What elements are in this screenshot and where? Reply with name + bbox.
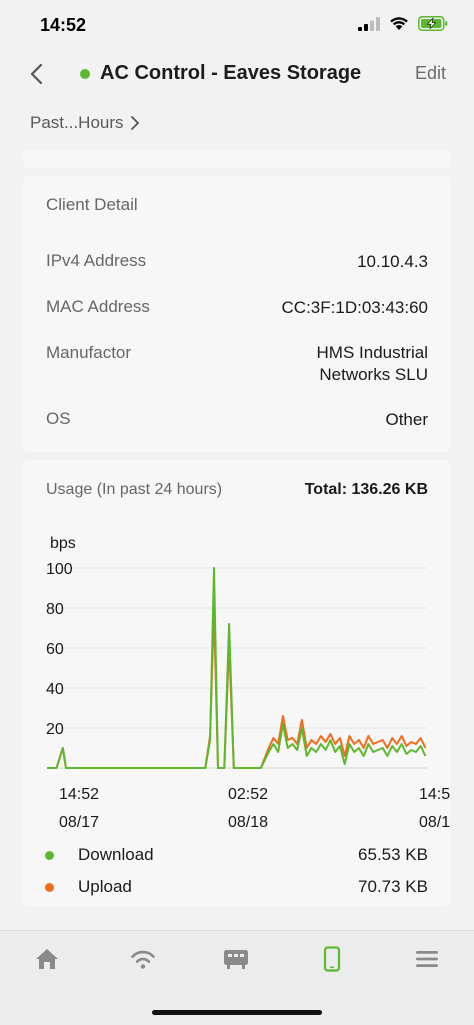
time-range-label: Past...Hours <box>30 113 124 132</box>
legend-item-upload: Upload 70.73 KB <box>23 875 451 901</box>
x-tick-date-0: 08/17 <box>59 814 99 831</box>
tab-clients[interactable] <box>312 939 352 979</box>
wifi-icon <box>390 17 408 30</box>
x-tick-time-2: 14:52 <box>419 786 451 803</box>
usage-chart: bps 20 40 60 80 100 14:52 08/17 02:52 08/18 14:52 0… <box>46 535 451 831</box>
status-icons <box>358 16 448 31</box>
client-detail-title: Client Detail <box>46 195 138 214</box>
x-tick-time-0: 14:52 <box>59 786 99 803</box>
chevron-right-icon <box>130 116 139 130</box>
manufacturer-value-line1: HMS Industrial <box>316 343 428 362</box>
chevron-left-icon <box>30 63 43 85</box>
manufacturer-value-line2: Networks SLU <box>319 365 428 384</box>
time-range-selector[interactable]: Past...Hours <box>30 113 140 133</box>
ipv4-label: IPv4 Address <box>46 251 147 270</box>
tab-home[interactable] <box>27 939 67 979</box>
y-tick-label-60: 60 <box>46 641 64 658</box>
signal-icon <box>358 16 380 31</box>
phone-icon <box>323 946 341 972</box>
y-tick-label-80: 80 <box>46 601 64 618</box>
mac-label: MAC Address <box>46 297 150 316</box>
back-button[interactable] <box>22 60 50 88</box>
nav-title-group: AC Control - Eaves Storage <box>80 62 361 85</box>
page-title: AC Control - Eaves Storage <box>100 62 362 84</box>
download-legend-value: 65.53 KB <box>358 845 428 864</box>
nav-header: AC Control - Eaves Storage Edit <box>0 50 474 98</box>
manufacturer-value: HMS Industrial Networks SLU <box>317 342 428 386</box>
x-tick-date-1: 08/18 <box>228 814 268 831</box>
menu-icon <box>416 951 438 967</box>
y-tick-label-100: 100 <box>46 561 73 578</box>
status-bar: 14:52 <box>0 0 474 50</box>
upload-legend-name: Upload <box>78 877 132 896</box>
home-indicator <box>152 1010 322 1015</box>
home-icon <box>36 949 58 969</box>
usage-title: Usage (In past 24 hours) <box>46 481 223 498</box>
y-axis-label: bps <box>50 535 76 552</box>
x-tick-date-2: 08/18 <box>419 814 451 831</box>
x-tick-time-1: 02:52 <box>228 786 268 803</box>
tab-devices[interactable] <box>216 939 256 979</box>
y-tick-label-20: 20 <box>46 721 64 738</box>
mac-value: CC:3F:1D:03:43:60 <box>281 298 428 317</box>
online-status-dot <box>80 68 90 79</box>
edit-button[interactable]: Edit <box>415 63 446 84</box>
os-value: Other <box>385 410 428 429</box>
download-legend-dot <box>45 851 54 860</box>
empty-card <box>23 150 451 168</box>
wifi-icon <box>131 950 155 969</box>
upload-legend-value: 70.73 KB <box>358 877 428 896</box>
os-label: OS <box>46 409 71 428</box>
ipv4-value: 10.10.4.3 <box>357 252 428 271</box>
usage-card: Usage (In past 24 hours) Total: 136.26 K… <box>23 460 451 907</box>
status-time: 14:52 <box>40 15 87 35</box>
tab-menu[interactable] <box>407 939 447 979</box>
download-legend-name: Download <box>78 845 154 864</box>
y-tick-label-40: 40 <box>46 681 64 698</box>
manufacturer-label: Manufactor <box>46 343 132 362</box>
battery-charging-icon <box>418 16 448 31</box>
router-icon <box>224 950 248 969</box>
legend-item-download: Download 65.53 KB <box>23 843 451 869</box>
usage-total: Total: 136.26 KB <box>304 481 428 498</box>
upload-legend-dot <box>45 883 54 892</box>
tab-wifi[interactable] <box>123 939 163 979</box>
client-detail-card: Client Detail IPv4 Address 10.10.4.3 MAC… <box>23 176 451 452</box>
